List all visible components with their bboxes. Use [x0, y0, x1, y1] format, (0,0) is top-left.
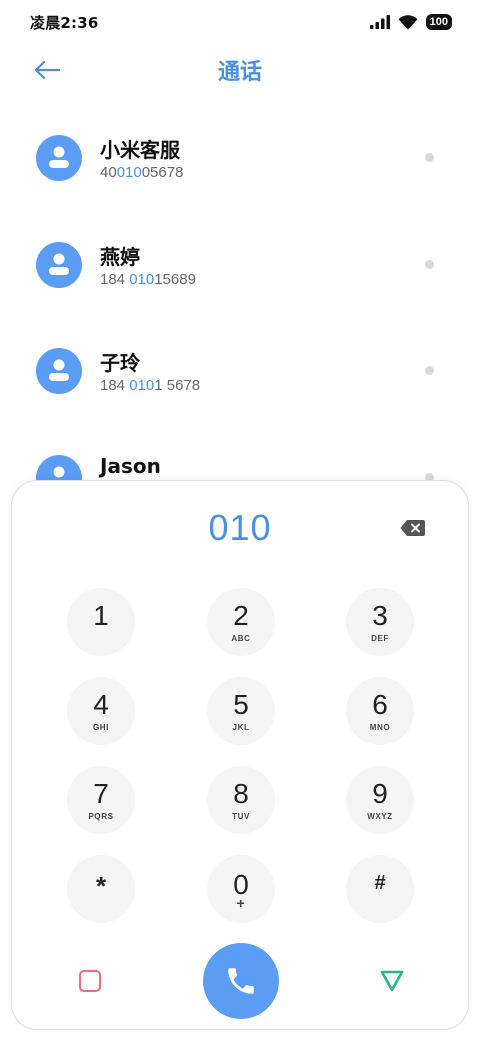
contact-row[interactable]: 燕婷 184 01015689: [0, 213, 480, 320]
avatar: [36, 348, 82, 394]
header: 通话: [0, 50, 480, 90]
triangle-down-icon: [380, 970, 404, 992]
contact-name: 燕婷: [100, 244, 140, 269]
collapse-button[interactable]: [379, 969, 405, 993]
contact-number: 184 01015689: [100, 270, 196, 288]
dot-icon: [425, 153, 434, 162]
dialpad-actions: [12, 481, 470, 1031]
contact-row[interactable]: 子玲 184 0101 5678: [0, 319, 480, 426]
phone-icon: [228, 968, 254, 994]
square-button[interactable]: [79, 970, 101, 992]
dot-icon: [425, 366, 434, 375]
person-icon: [49, 359, 69, 381]
dialpad: 010 1 2 ABC 3 DEF 4 GHI 5 JKL 6 MNO 7 PQ…: [11, 480, 469, 1030]
avatar: [36, 241, 82, 288]
contact-name: Jason: [100, 453, 161, 478]
dot-icon: [425, 259, 434, 269]
person-icon: [49, 253, 69, 275]
status-icons: 100: [369, 14, 452, 30]
battery-icon: 100: [425, 14, 452, 30]
page-title: 通话: [217, 60, 262, 85]
contact-number: 4001005678: [100, 164, 184, 181]
contact-name: 子玲: [100, 351, 140, 375]
call-button[interactable]: [203, 943, 279, 1019]
signal-icon: [369, 15, 390, 29]
wifi-icon: [398, 14, 418, 29]
contact-row[interactable]: 小米客服 4001005678: [0, 106, 480, 213]
person-icon: [49, 146, 69, 168]
contact-number: 184 0101 5678: [100, 377, 201, 394]
contact-list: 小米客服 4001005678 燕婷 184 01015689 子玲 184 0…: [0, 106, 480, 532]
status-time: 凌晨2:36: [30, 13, 99, 32]
avatar: [36, 135, 82, 181]
status-bar: 凌晨2:36 100: [0, 0, 480, 44]
contact-name: 小米客服: [100, 138, 180, 162]
